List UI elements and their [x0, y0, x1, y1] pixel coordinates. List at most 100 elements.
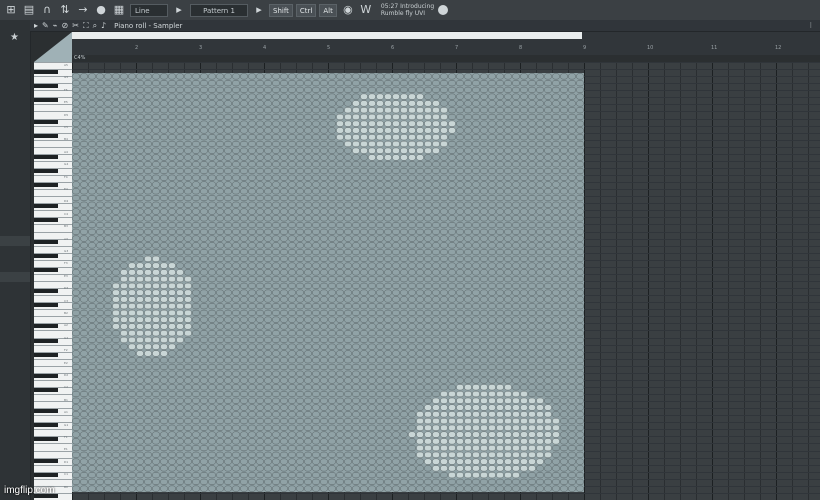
note[interactable]: [360, 316, 368, 323]
note[interactable]: [184, 86, 192, 93]
note[interactable]: [448, 120, 456, 127]
note[interactable]: [368, 255, 376, 262]
note[interactable]: [176, 249, 184, 256]
note[interactable]: [576, 140, 584, 147]
note[interactable]: [400, 424, 408, 431]
note[interactable]: [352, 391, 360, 397]
note[interactable]: [400, 404, 408, 411]
note[interactable]: [80, 350, 88, 357]
note[interactable]: [440, 364, 448, 370]
note[interactable]: [480, 309, 488, 316]
note[interactable]: [216, 384, 224, 391]
note[interactable]: [488, 431, 496, 438]
note[interactable]: [168, 336, 176, 343]
note[interactable]: [416, 330, 424, 337]
note[interactable]: [488, 120, 496, 127]
note[interactable]: [136, 431, 144, 438]
note[interactable]: [280, 269, 288, 276]
note[interactable]: [352, 485, 360, 492]
note[interactable]: [504, 93, 512, 100]
note[interactable]: [464, 154, 472, 161]
note[interactable]: [288, 431, 296, 438]
note[interactable]: [200, 174, 208, 181]
note[interactable]: [288, 309, 296, 316]
pencil-icon[interactable]: ✎: [42, 21, 49, 30]
note[interactable]: [80, 336, 88, 343]
note[interactable]: [104, 107, 112, 114]
note[interactable]: [176, 350, 184, 357]
note[interactable]: [288, 458, 296, 465]
note[interactable]: [176, 161, 184, 168]
note[interactable]: [80, 255, 88, 262]
note[interactable]: [128, 458, 136, 465]
note[interactable]: [312, 472, 320, 479]
note[interactable]: [272, 255, 280, 262]
note[interactable]: [504, 174, 512, 181]
note[interactable]: [320, 168, 328, 174]
note[interactable]: [128, 235, 136, 242]
note[interactable]: [240, 357, 248, 364]
note[interactable]: [472, 445, 480, 452]
note[interactable]: [312, 391, 320, 397]
note[interactable]: [368, 201, 376, 208]
note[interactable]: [168, 113, 176, 120]
note[interactable]: [432, 107, 440, 114]
note[interactable]: [432, 181, 440, 188]
note[interactable]: [304, 418, 312, 425]
note[interactable]: [424, 120, 432, 127]
note[interactable]: [144, 276, 152, 283]
note[interactable]: [464, 201, 472, 208]
note[interactable]: [424, 93, 432, 100]
note[interactable]: [480, 201, 488, 208]
note[interactable]: [408, 438, 416, 445]
note[interactable]: [336, 86, 344, 93]
note[interactable]: [264, 431, 272, 438]
note[interactable]: [384, 289, 392, 296]
note[interactable]: [96, 269, 104, 276]
note[interactable]: [512, 235, 520, 242]
note[interactable]: [384, 140, 392, 147]
note[interactable]: [112, 478, 120, 485]
note[interactable]: [136, 350, 144, 357]
note[interactable]: [288, 168, 296, 174]
note[interactable]: [304, 73, 312, 80]
note[interactable]: [304, 100, 312, 107]
note[interactable]: [424, 384, 432, 391]
note[interactable]: [144, 269, 152, 276]
note[interactable]: [184, 201, 192, 208]
note[interactable]: [88, 127, 96, 134]
note[interactable]: [568, 80, 576, 87]
note[interactable]: [496, 228, 504, 235]
note[interactable]: [200, 222, 208, 229]
note[interactable]: [528, 249, 536, 256]
note[interactable]: [472, 276, 480, 283]
note[interactable]: [256, 404, 264, 411]
note[interactable]: [352, 168, 360, 174]
note[interactable]: [160, 174, 168, 181]
note[interactable]: [224, 255, 232, 262]
note[interactable]: [496, 458, 504, 465]
note[interactable]: [104, 431, 112, 438]
note[interactable]: [80, 472, 88, 479]
note[interactable]: [304, 93, 312, 100]
note[interactable]: [272, 391, 280, 397]
note[interactable]: [520, 140, 528, 147]
note[interactable]: [424, 316, 432, 323]
note[interactable]: [232, 323, 240, 330]
note[interactable]: [336, 255, 344, 262]
note[interactable]: [104, 330, 112, 337]
note[interactable]: [464, 140, 472, 147]
note[interactable]: [80, 168, 88, 174]
note[interactable]: [344, 438, 352, 445]
note[interactable]: [536, 215, 544, 222]
note[interactable]: [512, 168, 520, 174]
note[interactable]: [400, 201, 408, 208]
note[interactable]: [488, 303, 496, 310]
note[interactable]: [72, 140, 80, 147]
note[interactable]: [512, 80, 520, 87]
note[interactable]: [336, 451, 344, 458]
note[interactable]: [240, 262, 248, 269]
note[interactable]: [80, 228, 88, 235]
note[interactable]: [88, 235, 96, 242]
note[interactable]: [528, 404, 536, 411]
